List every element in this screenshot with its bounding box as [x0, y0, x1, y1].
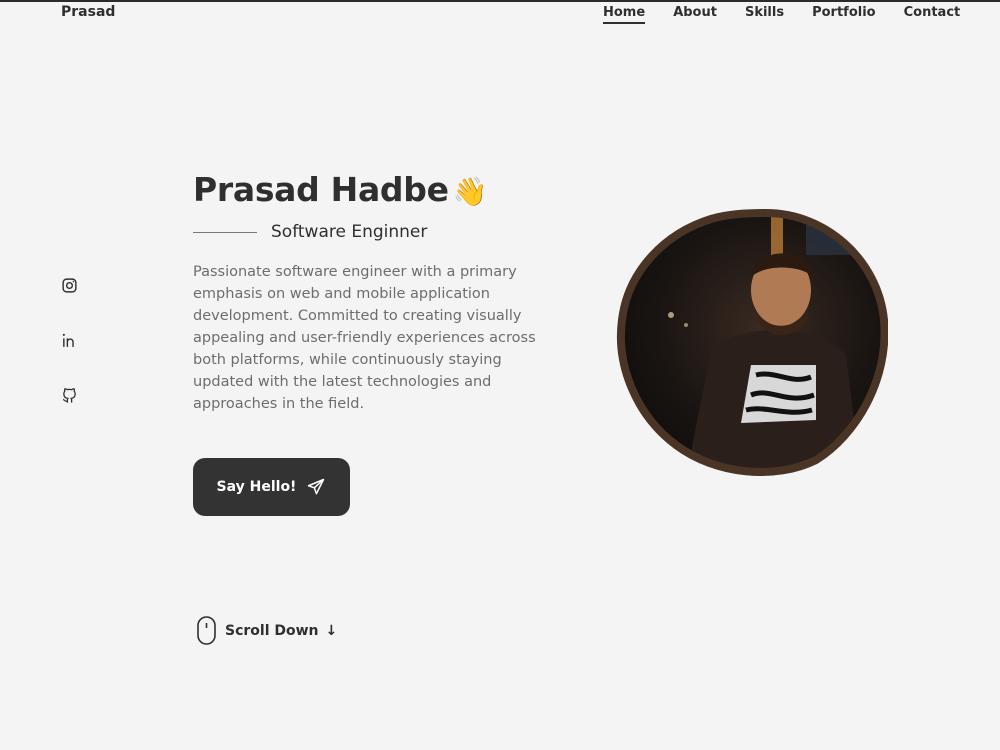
nav-about[interactable]: About	[673, 5, 717, 24]
arrow-down-icon: ↓	[325, 623, 338, 639]
hero-subtitle: Software Enginner	[271, 222, 428, 242]
hero-description: Passionate software engineer with a prim…	[193, 264, 536, 412]
top-border	[0, 0, 1000, 2]
profile-photo	[617, 208, 888, 476]
scroll-down[interactable]: Scroll Down ↓	[196, 616, 337, 646]
nav-portfolio[interactable]: Portfolio	[812, 5, 876, 24]
say-hello-button[interactable]: Say Hello!	[193, 458, 350, 516]
mouse-icon	[197, 616, 216, 645]
nav-skills[interactable]: Skills	[745, 5, 784, 24]
brand-logo[interactable]: Prasad	[61, 4, 115, 20]
scroll-down-label: Scroll Down	[225, 623, 319, 639]
say-hello-label: Say Hello!	[216, 479, 297, 495]
instagram-icon[interactable]	[61, 277, 78, 294]
github-icon[interactable]	[61, 387, 78, 404]
send-icon	[308, 478, 325, 495]
hero-name-text: Prasad Hadbe	[193, 170, 449, 209]
subtitle-divider	[193, 231, 257, 233]
linkedin-icon[interactable]	[61, 332, 78, 349]
hero-name: Prasad Hadbe 👋	[193, 170, 488, 209]
subtitle-row: Software Enginner	[193, 222, 427, 242]
nav-home[interactable]: Home	[603, 5, 646, 24]
wave-icon: 👋	[452, 175, 488, 208]
main-nav: Home About Skills Portfolio Contact	[603, 5, 960, 24]
social-links	[61, 277, 78, 442]
nav-contact[interactable]: Contact	[904, 5, 961, 24]
